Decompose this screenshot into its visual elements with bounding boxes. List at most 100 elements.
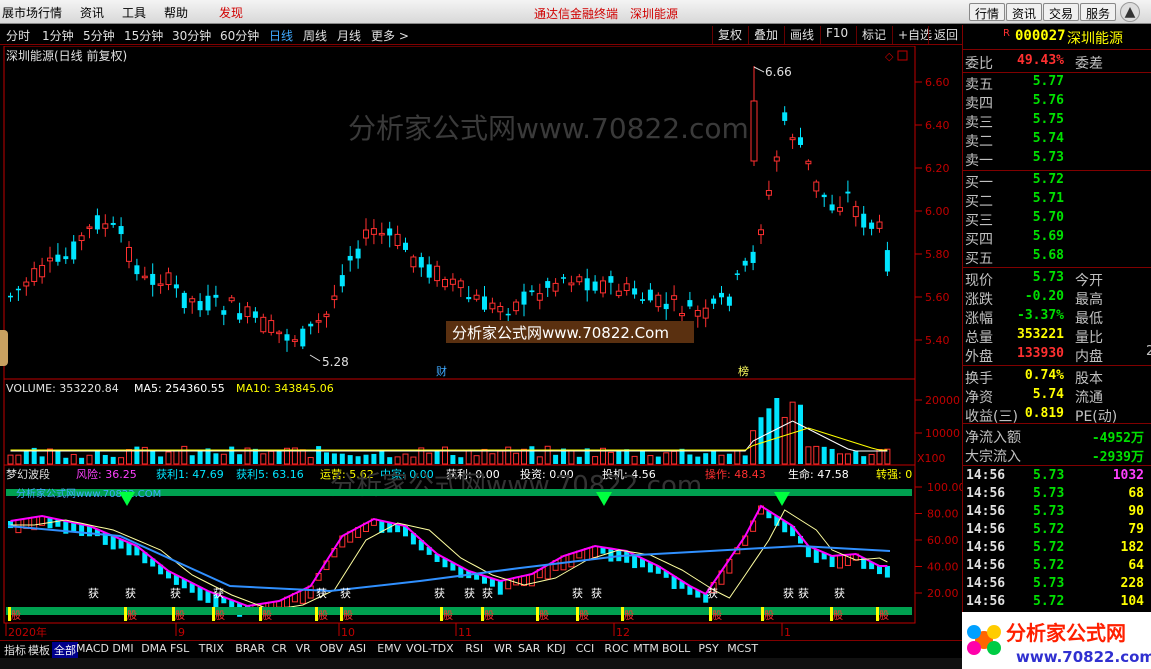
info-button[interactable]: 资讯 xyxy=(1006,3,1043,21)
tab-1[interactable]: 模板 xyxy=(28,642,50,658)
tab-5[interactable]: DMA xyxy=(141,642,167,655)
side-expand-handle[interactable] xyxy=(0,330,8,366)
collapse-icon[interactable]: ▲ xyxy=(1120,2,1140,22)
period-60min[interactable]: 60分钟 xyxy=(220,27,259,44)
menu-help[interactable]: 帮助 xyxy=(164,4,188,21)
quote-button[interactable]: 行情 xyxy=(969,3,1006,21)
tab-14[interactable]: VOL-TDX xyxy=(406,642,454,655)
sell-row-value: 5.73 xyxy=(1032,150,1064,165)
indicator-trend-line xyxy=(7,525,891,593)
buy-row: 买三 5.70 xyxy=(963,209,1151,229)
rank-marker[interactable]: 榜 xyxy=(738,364,749,378)
candle-body xyxy=(78,235,85,242)
tick-row[interactable]: 14:56 5.72 104 xyxy=(963,593,1151,611)
tab-9[interactable]: CR xyxy=(272,642,287,655)
window-box-icon[interactable] xyxy=(897,50,908,61)
period-1min[interactable]: 1分钟 xyxy=(42,27,74,44)
tick-row[interactable]: 14:56 5.73 68 xyxy=(963,485,1151,503)
ma5-label: MA5: 254360.55 xyxy=(134,382,225,395)
period-weekly[interactable]: 周线 xyxy=(303,27,327,44)
tick-row[interactable]: 14:56 5.73 228 xyxy=(963,575,1151,593)
candle-body xyxy=(869,222,875,229)
tab-3[interactable]: MACD xyxy=(76,642,109,655)
price-tick: 5.80 xyxy=(925,248,950,261)
tab-13[interactable]: EMV xyxy=(377,642,401,655)
menu-news[interactable]: 资讯 xyxy=(80,4,104,21)
candle-body xyxy=(758,229,764,236)
period-15min[interactable]: 15分钟 xyxy=(124,27,163,44)
service-button[interactable]: 服务 xyxy=(1080,3,1117,21)
tick-row[interactable]: 14:56 5.72 182 xyxy=(963,539,1151,557)
menu-bar: 展市场行情 资讯 工具 帮助 发现 通达信金融终端 深圳能源 行情 资讯 交易 … xyxy=(0,0,1151,24)
back-button[interactable]: 返回 xyxy=(928,26,958,44)
volume-bar xyxy=(521,448,527,465)
tab-19[interactable]: CCI xyxy=(576,642,595,655)
volume-bar xyxy=(734,449,741,465)
mark-button[interactable]: 标记 xyxy=(856,26,886,44)
tick-time: 14:56 xyxy=(966,486,1006,501)
tick-time: 14:56 xyxy=(966,504,1006,519)
candle-body xyxy=(687,300,693,307)
tab-11[interactable]: OBV xyxy=(320,642,343,655)
tab-7[interactable]: TRIX xyxy=(199,642,224,655)
volume-bar xyxy=(576,456,582,464)
tab-15[interactable]: RSI xyxy=(465,642,483,655)
tick-row[interactable]: 14:56 5.73 1032 xyxy=(963,467,1151,485)
volume-bar xyxy=(829,448,835,464)
diamond-icon[interactable]: ◇ xyxy=(885,50,894,63)
finance-marker[interactable]: 财 xyxy=(436,364,447,378)
period-30min[interactable]: 30分钟 xyxy=(172,27,211,44)
tab-6[interactable]: FSL xyxy=(170,642,189,655)
buy-row: 买二 5.71 xyxy=(963,190,1151,210)
period-daily[interactable]: 日线 xyxy=(269,27,293,44)
indicator-tick: 40.00 xyxy=(927,561,959,574)
chart-canvas[interactable]: 深圳能源(日线 前复权) 分析家公式网www.70822.com ◇ 6.606… xyxy=(0,46,962,640)
tick-row[interactable]: 14:56 5.73 90 xyxy=(963,503,1151,521)
tab-4[interactable]: DMI xyxy=(112,642,133,655)
tab-23[interactable]: PSY xyxy=(698,642,718,655)
menu-tools[interactable]: 工具 xyxy=(122,4,146,21)
add-watchlist-button[interactable]: +自选 xyxy=(892,26,932,44)
tab-0[interactable]: 指标 xyxy=(4,642,26,658)
period-fenshi[interactable]: 分时 xyxy=(6,27,30,44)
tab-24[interactable]: MCST xyxy=(727,642,758,655)
tab-20[interactable]: ROC xyxy=(604,642,628,655)
tab-16[interactable]: WR xyxy=(494,642,513,655)
tick-row[interactable]: 14:56 5.72 64 xyxy=(963,557,1151,575)
trade-button[interactable]: 交易 xyxy=(1043,3,1080,21)
period-monthly[interactable]: 月线 xyxy=(337,27,361,44)
profit-mark: 获 xyxy=(464,587,475,600)
menu-discover[interactable]: 发现 xyxy=(219,4,243,21)
tab-22[interactable]: BOLL xyxy=(662,642,690,655)
candle-body xyxy=(568,282,575,286)
fuquan-button[interactable]: 复权 xyxy=(712,26,742,44)
candle-body xyxy=(284,334,290,341)
profit-mark: 获 xyxy=(213,587,224,600)
draw-button[interactable]: 画线 xyxy=(784,26,814,44)
date-label: 11 xyxy=(458,626,472,639)
tab-21[interactable]: MTM xyxy=(633,642,659,655)
overlay-button[interactable]: 叠加 xyxy=(748,26,778,44)
period-5min[interactable]: 5分钟 xyxy=(83,27,115,44)
f10-button[interactable]: F10 xyxy=(820,26,848,44)
candle-body xyxy=(331,295,338,301)
tick-row[interactable]: 14:56 5.72 79 xyxy=(963,521,1151,539)
volume-bars xyxy=(7,398,891,465)
tab-8[interactable]: BRAR xyxy=(235,642,265,655)
candle-body xyxy=(237,313,243,320)
tab-17[interactable]: SAR xyxy=(518,642,540,655)
tab-18[interactable]: KDJ xyxy=(547,642,566,655)
indicator-bar xyxy=(608,548,614,562)
tab-10[interactable]: VR xyxy=(296,642,311,655)
volume-bar xyxy=(70,453,77,465)
candle-body xyxy=(157,283,164,286)
stock-mark: 股 xyxy=(262,610,272,622)
sep-4 xyxy=(963,267,1151,268)
volume-bar xyxy=(766,408,772,464)
tab-2[interactable]: 全部 xyxy=(52,642,78,658)
tab-12[interactable]: ASI xyxy=(348,642,366,655)
menu-market[interactable]: 展市场行情 xyxy=(2,4,62,21)
period-more[interactable]: 更多 > xyxy=(371,27,409,44)
volume-bar xyxy=(553,454,559,464)
candle-body xyxy=(39,264,46,278)
